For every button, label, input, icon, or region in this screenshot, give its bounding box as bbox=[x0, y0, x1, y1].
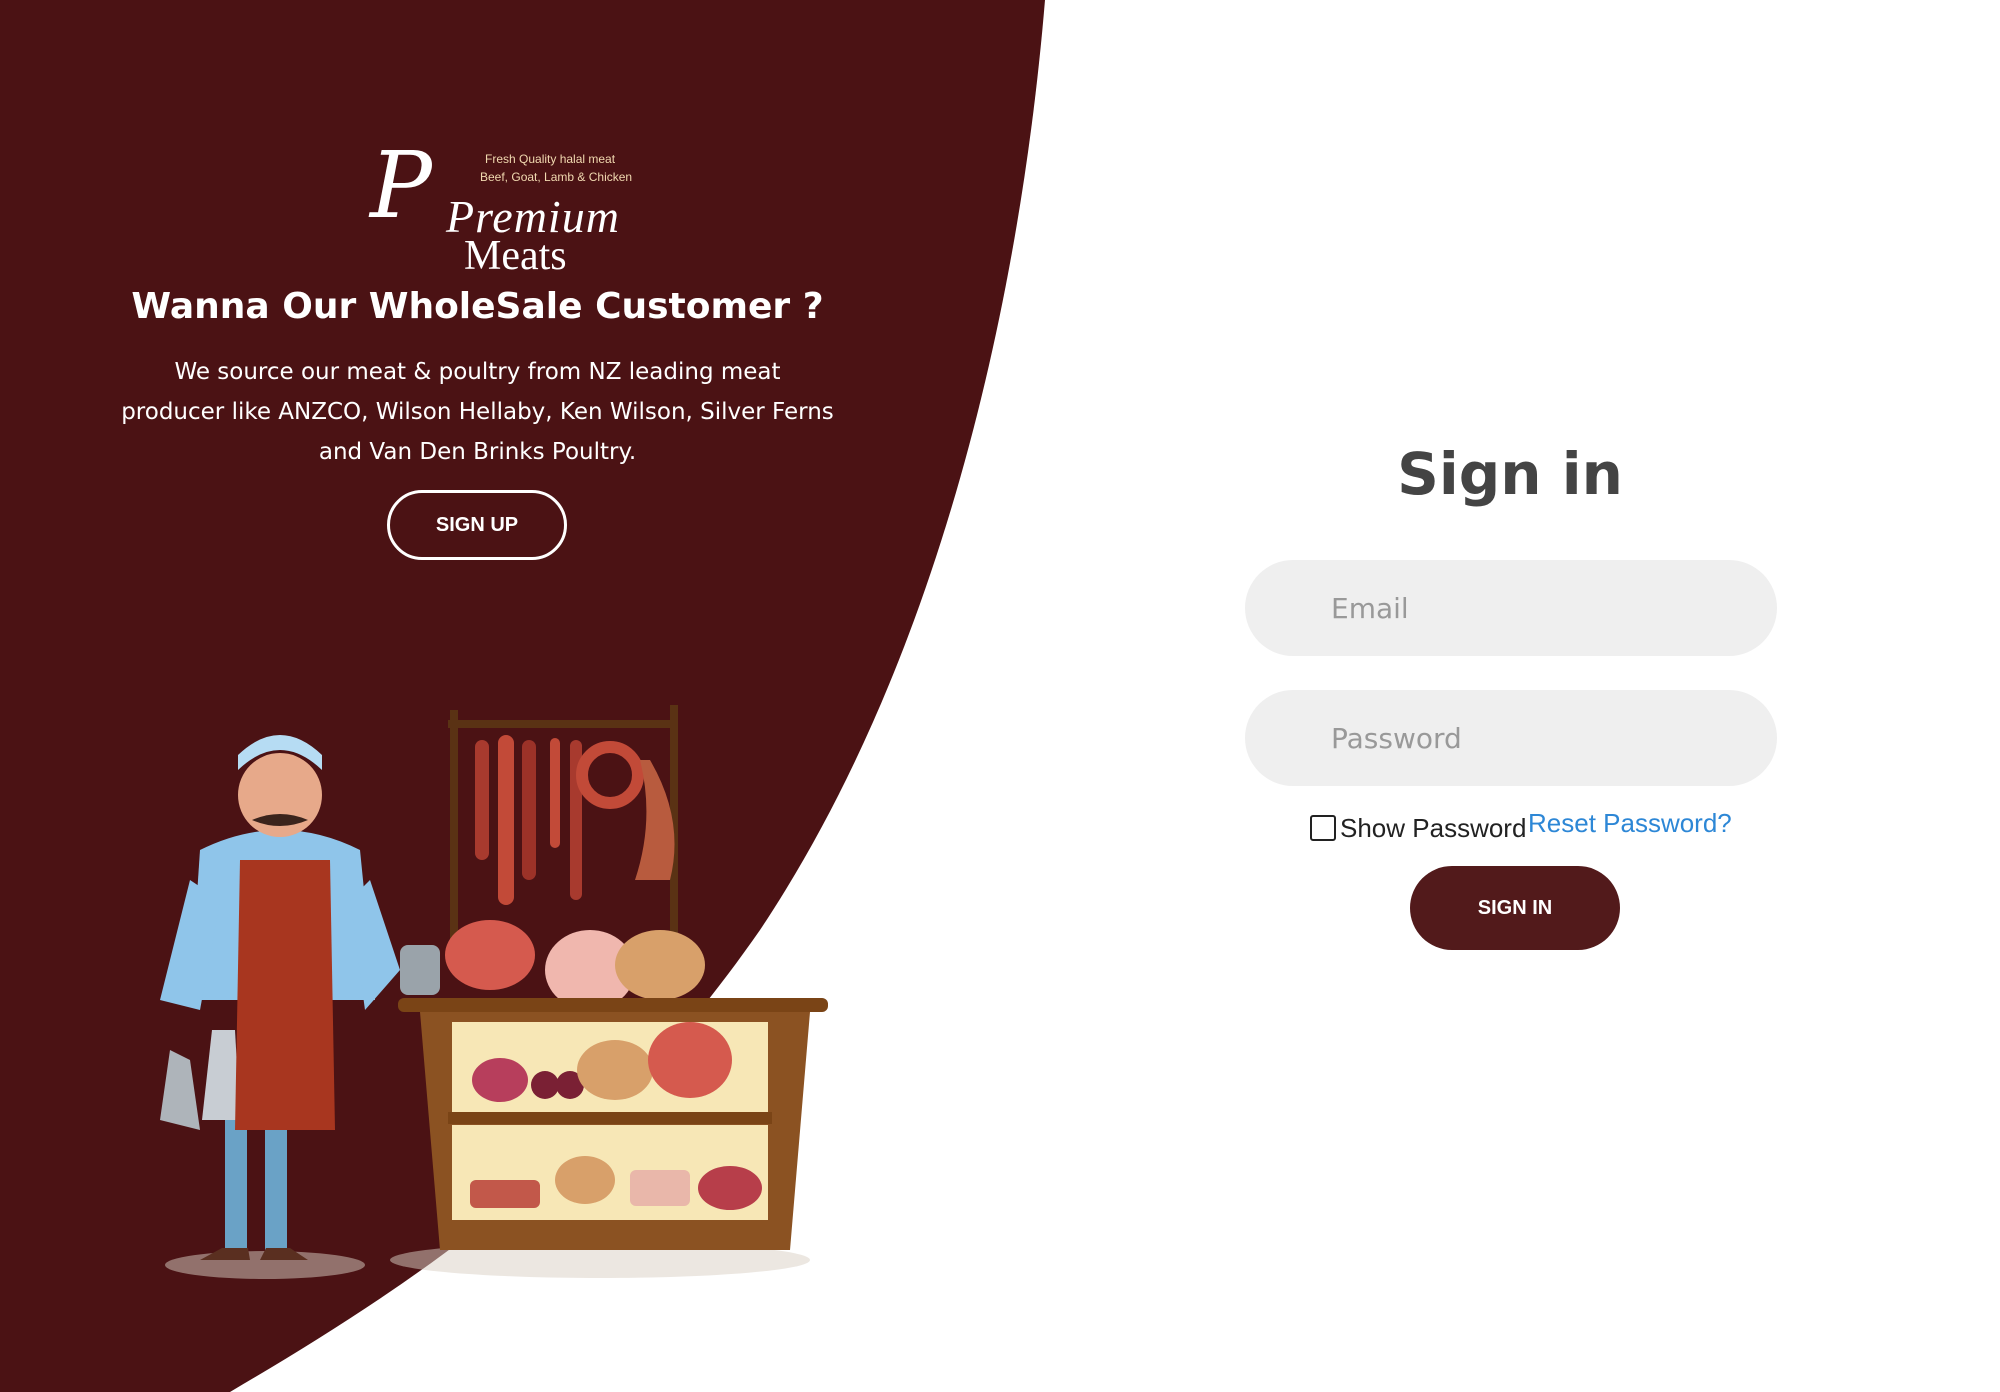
logo-script-initial: P bbox=[370, 132, 432, 239]
email-input[interactable] bbox=[1245, 560, 1777, 656]
logo-name-meats: Meats bbox=[464, 233, 567, 279]
show-password-label: Show Password bbox=[1340, 812, 1527, 843]
signin-button[interactable]: SIGN IN bbox=[1410, 866, 1620, 950]
meat-stall bbox=[398, 705, 828, 1250]
butcher-shop-illustration bbox=[160, 705, 828, 1279]
reset-password-link[interactable]: Reset Password? bbox=[1528, 808, 1732, 839]
signup-button[interactable]: SIGN UP bbox=[387, 490, 567, 560]
signin-title: Sign in bbox=[1397, 440, 1623, 508]
password-input[interactable] bbox=[1245, 690, 1777, 786]
wholesale-headline: Wanna Our WholeSale Customer ? bbox=[131, 286, 824, 327]
logo-tagline-2: Beef, Goat, Lamb & Chicken bbox=[480, 170, 633, 184]
butcher-figure bbox=[160, 735, 400, 1260]
wholesale-description: We source our meat & poultry from NZ lea… bbox=[121, 359, 834, 465]
show-password-checkbox[interactable] bbox=[1310, 815, 1336, 841]
logo-tagline-1: Fresh Quality halal meat bbox=[485, 152, 616, 166]
show-password-toggle[interactable]: Show Password bbox=[1310, 812, 1526, 844]
premium-meats-logo: P Fresh Quality halal meat Beef, Goat, L… bbox=[370, 132, 632, 280]
